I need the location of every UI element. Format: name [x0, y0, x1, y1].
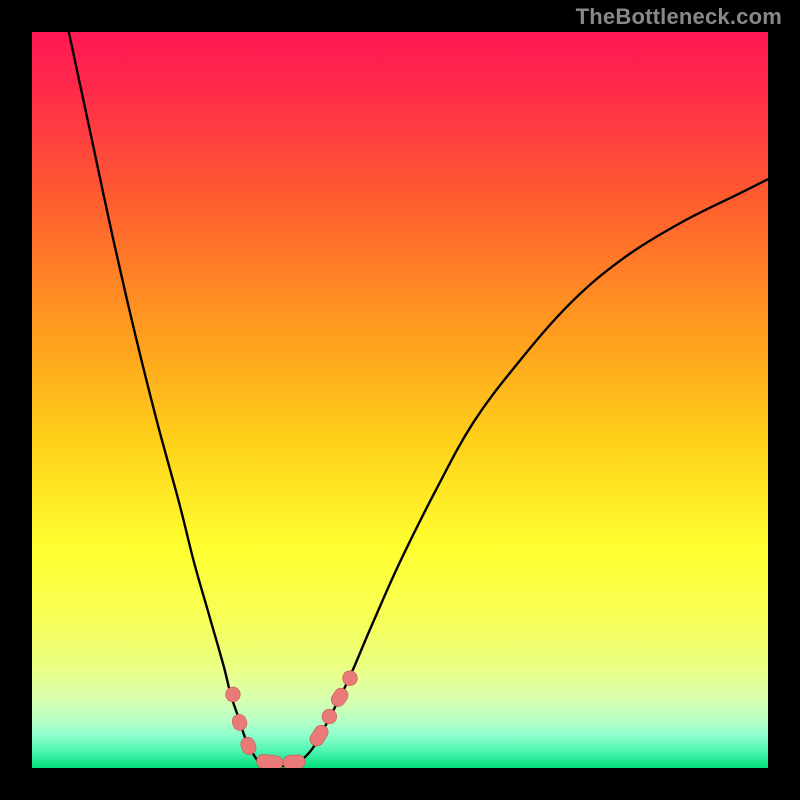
- chart-stage: TheBottleneck.com: [0, 0, 800, 800]
- marker-dot: [322, 709, 337, 724]
- marker-capsule: [283, 754, 306, 768]
- gradient-background: [32, 32, 768, 768]
- watermark-text: TheBottleneck.com: [576, 4, 782, 30]
- marker-dot: [226, 687, 241, 702]
- marker-dot: [343, 671, 358, 686]
- plot-area: [32, 32, 768, 768]
- chart-svg: [32, 32, 768, 768]
